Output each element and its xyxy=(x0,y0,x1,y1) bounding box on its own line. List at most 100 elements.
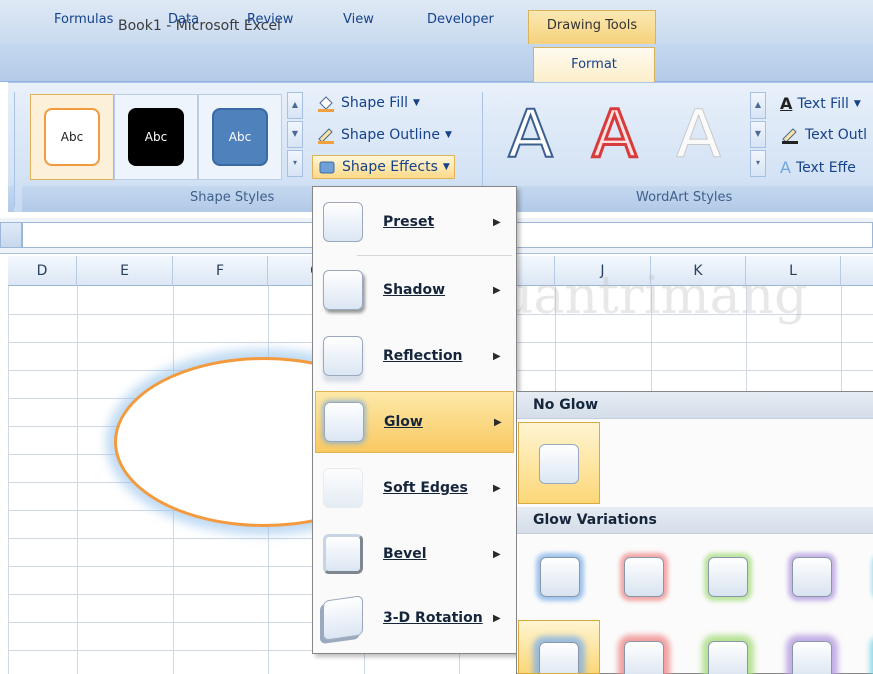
text-effects-icon: A xyxy=(780,158,791,177)
shape-outline-button[interactable]: Shape Outline ▼ xyxy=(316,126,452,144)
watermark-logo: uantrimang xyxy=(500,266,808,326)
chevron-down-icon: ▼ xyxy=(853,98,861,109)
chevron-right-icon: ▶ xyxy=(493,548,501,560)
shape-effects-icon xyxy=(319,161,335,174)
menu-item-label: Bevel xyxy=(383,546,427,562)
scroll-up-button[interactable]: ▲ xyxy=(750,92,766,119)
reflection-icon xyxy=(323,336,363,376)
group-divider xyxy=(14,92,15,207)
chevron-down-icon: ▼ xyxy=(413,98,420,108)
tab-review[interactable]: Review xyxy=(247,12,293,27)
scroll-down-button[interactable]: ▼ xyxy=(750,121,766,148)
glow-variation-purple-large[interactable] xyxy=(772,620,854,674)
chevron-down-icon: ▼ xyxy=(444,130,452,140)
shadow-icon xyxy=(323,270,363,310)
scroll-down-button[interactable]: ▼ xyxy=(287,121,303,148)
glow-variation-blue-large[interactable] xyxy=(518,620,600,674)
wordart-letter: A xyxy=(590,95,638,175)
text-fill-button[interactable]: A Text Fill ▼ xyxy=(780,94,861,113)
text-fill-label: Text Fill xyxy=(797,95,849,112)
glow-swatch xyxy=(708,641,748,674)
no-glow-header: No Glow xyxy=(517,392,873,419)
shape-styles-group-label: Shape Styles xyxy=(190,190,275,205)
glow-variation-aqua[interactable] xyxy=(856,536,873,618)
glow-variation-green-large[interactable] xyxy=(688,620,770,674)
text-outline-button[interactable]: Text Outl xyxy=(780,126,867,144)
glow-variation-aqua-large[interactable] xyxy=(856,620,873,674)
shape-styles-scroll: ▲ ▼ ▾ xyxy=(287,92,303,178)
tab-formulas[interactable]: Formulas xyxy=(54,12,113,27)
shape-style-preset-label: Abc xyxy=(212,108,268,166)
ribbon-tab-bar xyxy=(0,44,873,82)
menu-item-label: Preset xyxy=(383,214,435,230)
text-fill-icon: A xyxy=(780,94,793,113)
menu-item-bevel[interactable]: Bevel ▶ xyxy=(315,523,514,585)
glow-swatch xyxy=(792,641,832,674)
glow-variations-header: Glow Variations xyxy=(517,507,873,534)
menu-item-soft-edges[interactable]: Soft Edges ▶ xyxy=(315,457,514,519)
glow-swatch xyxy=(624,641,664,674)
menu-separator xyxy=(357,255,512,256)
glow-variation-red[interactable] xyxy=(604,536,686,618)
glow-swatch xyxy=(539,642,579,673)
menu-item-glow[interactable]: Glow ▶ xyxy=(315,391,514,453)
grid-line xyxy=(8,286,9,674)
column-header-d[interactable]: D xyxy=(8,256,77,286)
shape-fill-button[interactable]: Shape Fill ▼ xyxy=(316,94,420,112)
shape-style-preset-2[interactable]: Abc xyxy=(114,94,198,180)
paint-bucket-icon xyxy=(318,96,334,112)
glow-variation-purple[interactable] xyxy=(772,536,854,618)
glow-swatch xyxy=(540,557,580,597)
glow-variation-blue[interactable] xyxy=(520,536,602,618)
pencil-icon xyxy=(782,128,798,144)
glow-variation-red-large[interactable] xyxy=(604,620,686,674)
glow-variation-green[interactable] xyxy=(688,536,770,618)
text-effects-button[interactable]: A Text Effe xyxy=(780,158,856,177)
glow-icon xyxy=(324,402,364,442)
wordart-style-2[interactable]: A xyxy=(580,94,660,180)
bevel-icon xyxy=(323,534,363,574)
shape-style-preset-label: Abc xyxy=(128,108,184,166)
menu-item-shadow[interactable]: Shadow ▶ xyxy=(315,259,514,321)
text-outline-label: Text Outl xyxy=(805,127,868,143)
tab-format[interactable]: Format xyxy=(533,47,655,83)
name-box[interactable] xyxy=(0,222,22,248)
3d-rotation-icon xyxy=(323,595,363,641)
menu-item-3d-rotation[interactable]: 3-D Rotation ▶ xyxy=(315,587,514,649)
soft-edges-icon xyxy=(323,468,363,508)
tab-developer[interactable]: Developer xyxy=(427,12,494,27)
scroll-up-button[interactable]: ▲ xyxy=(287,92,303,119)
glow-swatch xyxy=(708,557,748,597)
glow-swatch xyxy=(792,557,832,597)
menu-item-reflection[interactable]: Reflection ▶ xyxy=(315,325,514,387)
shape-fill-label: Shape Fill xyxy=(341,95,408,111)
tab-data[interactable]: Data xyxy=(168,12,199,27)
shape-effects-button[interactable]: Shape Effects ▼ xyxy=(312,155,455,179)
wordart-letter: A xyxy=(507,95,554,174)
chevron-down-icon: ▼ xyxy=(442,162,450,172)
wordart-styles-scroll: ▲ ▼ ▾ xyxy=(750,92,766,178)
tab-view[interactable]: View xyxy=(343,12,374,27)
shape-effects-label: Shape Effects xyxy=(342,159,438,175)
menu-item-label: Glow xyxy=(384,414,423,430)
chevron-right-icon: ▶ xyxy=(494,416,502,428)
preset-icon xyxy=(323,202,363,242)
shape-effects-menu: Preset ▶ Shadow ▶ Reflection ▶ Glow ▶ So… xyxy=(312,186,517,654)
wordart-style-1[interactable]: A xyxy=(496,94,576,180)
column-header-e[interactable]: E xyxy=(77,256,173,286)
more-button[interactable]: ▾ xyxy=(750,150,766,177)
more-button[interactable]: ▾ xyxy=(287,150,303,177)
shape-style-preset-1[interactable]: Abc xyxy=(30,94,114,180)
wordart-letter: A xyxy=(675,96,722,174)
wordart-style-3[interactable]: A xyxy=(664,94,744,180)
chevron-right-icon: ▶ xyxy=(493,350,501,362)
shape-style-preset-label: Abc xyxy=(44,108,100,166)
column-header-f[interactable]: F xyxy=(173,256,268,286)
shape-style-preset-3[interactable]: Abc xyxy=(198,94,282,180)
column-header-m[interactable] xyxy=(841,256,873,286)
menu-item-preset[interactable]: Preset ▶ xyxy=(315,191,514,253)
no-glow-option[interactable] xyxy=(518,422,600,504)
menu-item-label: 3-D Rotation xyxy=(383,610,483,626)
menu-item-label: Soft Edges xyxy=(383,480,468,496)
chevron-right-icon: ▶ xyxy=(493,216,501,228)
